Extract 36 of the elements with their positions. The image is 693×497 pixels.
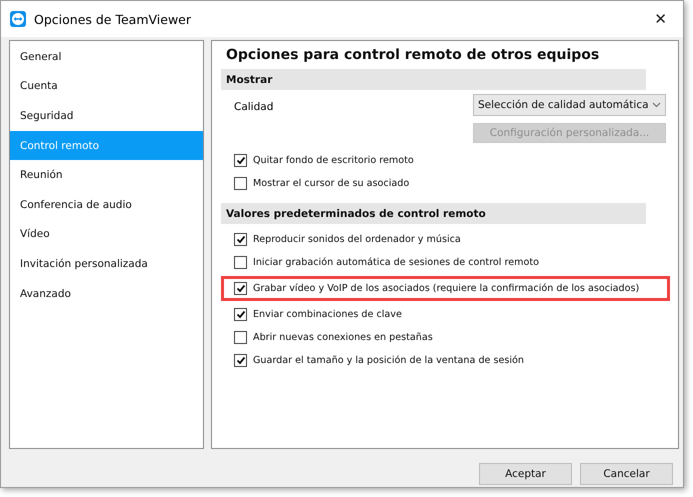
option-label: Quitar fondo de escritorio remoto: [253, 155, 414, 166]
option-label: Reproducir sonidos del ordenador y música: [253, 234, 461, 245]
close-button[interactable]: ✕: [648, 10, 673, 28]
checkbox[interactable]: [234, 308, 247, 321]
sidebar-item[interactable]: Seguridad: [10, 101, 203, 131]
dialog-button[interactable]: Cancelar: [580, 463, 673, 485]
dropdown-value: Selección de calidad automática: [478, 99, 649, 111]
sidebar-item[interactable]: Avanzado: [10, 278, 203, 308]
sidebar-item[interactable]: General: [10, 42, 203, 72]
sidebar-item[interactable]: Cuenta: [10, 72, 203, 102]
checkbox[interactable]: [234, 331, 247, 344]
checkbox[interactable]: [234, 256, 247, 269]
sidebar-item[interactable]: Reunión: [10, 160, 203, 190]
checkbox[interactable]: [234, 177, 247, 190]
option-label: Grabar vídeo y VoIP de los asociados (requiere la confirmación de los asociados): [253, 283, 640, 294]
window-title: Opciones de TeamViewer: [34, 12, 192, 26]
quality-label: Calidad: [234, 101, 274, 113]
option-label: Mostrar el cursor de su asociado: [253, 178, 410, 189]
checkbox[interactable]: [234, 282, 247, 295]
checkbox[interactable]: [234, 233, 247, 246]
checkbox[interactable]: [234, 354, 247, 367]
chevron-down-icon: [652, 102, 661, 108]
sidebar-item[interactable]: Vídeo: [10, 220, 203, 250]
sidebar-item[interactable]: Conferencia de audio: [10, 190, 203, 220]
app-logo-icon: [10, 11, 26, 27]
panel-title: Opciones para control remoto de otros equipos: [225, 47, 600, 65]
sidebar-item[interactable]: Invitación personalizada: [10, 249, 203, 279]
option-label: Iniciar grabación automática de sesiones de control remoto: [253, 257, 539, 268]
option-label: Enviar combinaciones de clave: [253, 309, 402, 320]
dialog-button[interactable]: Aceptar: [479, 463, 572, 485]
option-label: Guardar el tamaño y la posición de la ventana de sesión: [253, 355, 524, 366]
quality-dropdown[interactable]: Selección de calidad automática: [473, 94, 666, 116]
option-label: Abrir nuevas conexiones en pestañas: [253, 332, 433, 343]
section-header: Mostrar: [221, 69, 646, 90]
checkbox[interactable]: [234, 154, 247, 167]
section-header: Valores predeterminados de control remoto: [221, 203, 646, 224]
